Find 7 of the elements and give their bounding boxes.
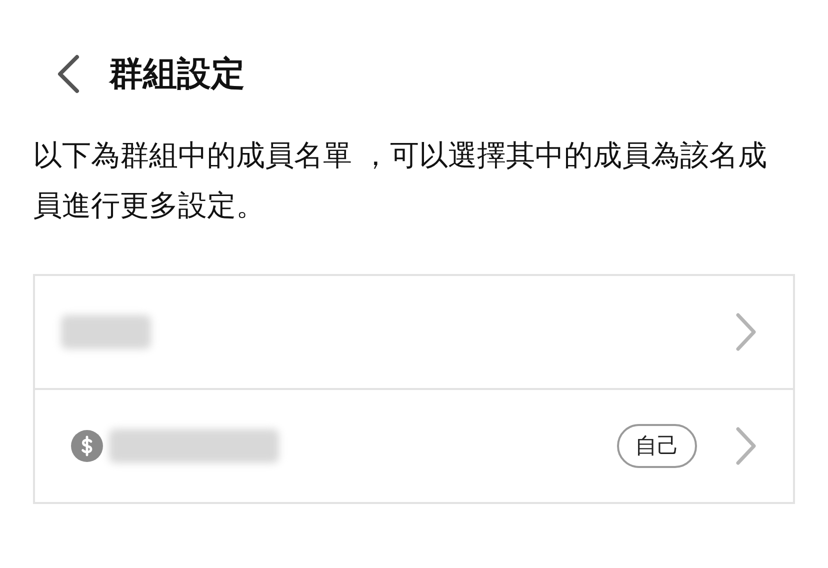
member-row[interactable]: 自己 (35, 388, 793, 502)
chevron-right-icon (735, 312, 757, 352)
back-icon[interactable] (55, 54, 81, 94)
description-text: 以下為群組中的成員名單 ，可以選擇其中的成員為該名成員進行更多設定。 (33, 137, 768, 224)
chevron-right-icon (735, 426, 757, 466)
page-title: 群組設定 (109, 53, 245, 96)
self-tag: 自己 (617, 424, 697, 468)
